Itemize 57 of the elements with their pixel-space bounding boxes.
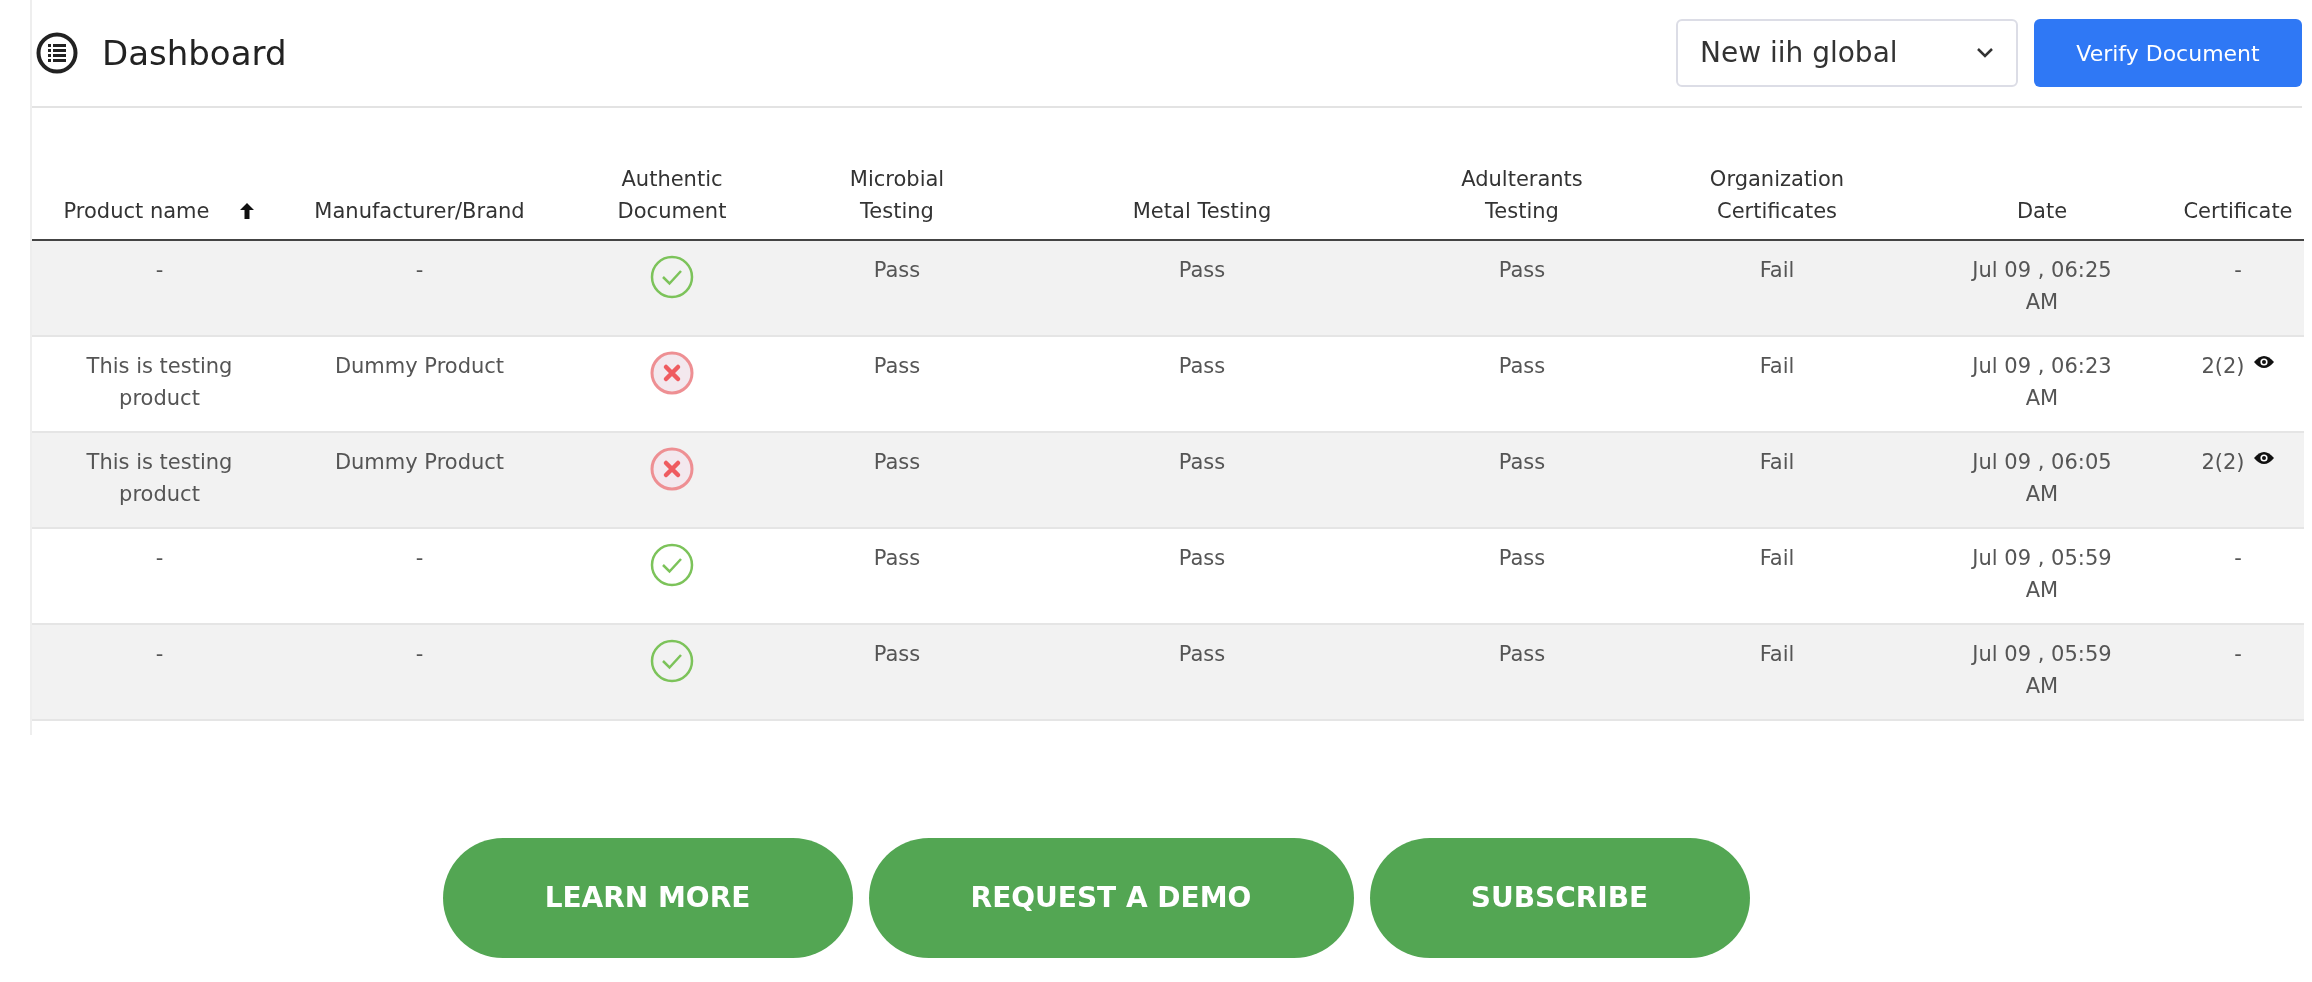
certificate-count: 2(2) (2201, 450, 2245, 474)
brand-name: Dummy Product (334, 450, 505, 474)
sort-arrow-icon[interactable] (239, 201, 256, 220)
test-result: Pass (873, 642, 921, 666)
test-result: Pass (1178, 546, 1226, 570)
date-text: Jul 09 , 05:59 AM (1970, 641, 2113, 700)
test-result: Fail (1759, 642, 1795, 666)
column-header[interactable]: Product name (63, 195, 210, 227)
product-name: - (155, 257, 164, 284)
brand-name: - (415, 546, 424, 570)
eye-icon[interactable] (2252, 451, 2275, 465)
eye-icon[interactable] (2252, 355, 2275, 369)
test-result: Pass (1178, 354, 1226, 378)
organization-dropdown[interactable]: New iih global (1676, 19, 2018, 87)
brand-name: - (415, 258, 424, 282)
verify-document-button[interactable]: Verify Document (2034, 19, 2302, 87)
list-icon (36, 32, 78, 74)
test-result: Fail (1759, 450, 1795, 474)
test-result: Pass (1498, 354, 1546, 378)
date-text: Jul 09 , 06:25 AM (1970, 257, 2113, 316)
test-result: Pass (873, 258, 921, 282)
column-header[interactable]: Authentic Document (587, 164, 757, 227)
page-title: Dashboard (102, 31, 287, 75)
test-result: Fail (1759, 546, 1795, 570)
test-result: Pass (873, 546, 921, 570)
certificate-count: 2(2) (2201, 354, 2245, 378)
test-result: Pass (1498, 642, 1546, 666)
column-header[interactable]: Date (2016, 195, 2068, 227)
column-header[interactable]: Metal Testing (1132, 195, 1272, 227)
chevron-down-icon (1976, 47, 1994, 59)
brand-name: Dummy Product (334, 354, 505, 378)
test-result: Pass (873, 354, 921, 378)
product-name: - (155, 545, 164, 572)
column-header[interactable]: Microbial Testing (812, 164, 982, 227)
test-result: Pass (1498, 258, 1546, 282)
date-text: Jul 09 , 06:05 AM (1970, 449, 2113, 508)
product-name: - (155, 641, 164, 668)
product-name: This is testing product (85, 449, 234, 508)
column-header[interactable]: Certificate (2183, 195, 2293, 227)
date-text: Jul 09 , 05:59 AM (1970, 545, 2113, 604)
test-result: Pass (1498, 450, 1546, 474)
certificate-count: - (2234, 642, 2242, 666)
brand-name: - (415, 642, 424, 666)
test-result: Pass (1178, 258, 1226, 282)
test-result: Pass (1178, 642, 1226, 666)
column-header[interactable]: Adulterants Testing (1437, 164, 1607, 227)
test-result: Pass (1178, 450, 1226, 474)
test-result: Pass (1498, 546, 1546, 570)
product-name: This is testing product (85, 353, 234, 412)
column-header[interactable]: Manufacturer/Brand (314, 195, 525, 227)
date-text: Jul 09 , 06:23 AM (1970, 353, 2113, 412)
test-result: Fail (1759, 354, 1795, 378)
test-result: Fail (1759, 258, 1795, 282)
test-result: Pass (873, 450, 921, 474)
column-header[interactable]: Organization Certificates (1692, 164, 1862, 227)
certificate-count: - (2234, 546, 2242, 570)
certificate-count: - (2234, 258, 2242, 282)
